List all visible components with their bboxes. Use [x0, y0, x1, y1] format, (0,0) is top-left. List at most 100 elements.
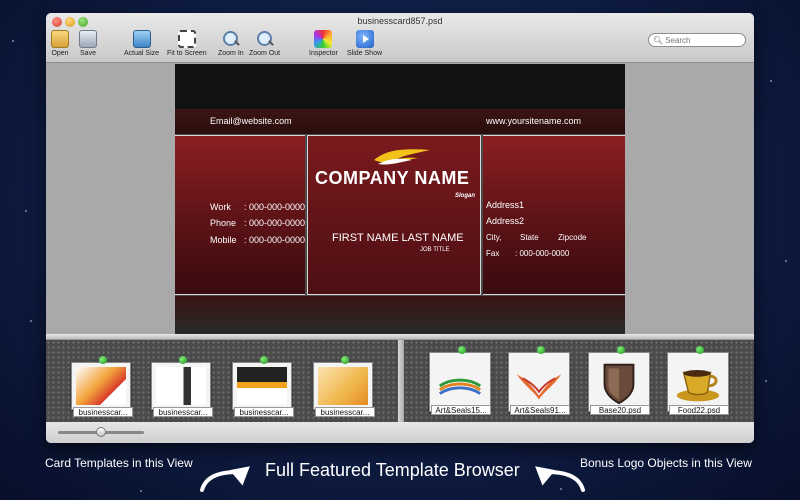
pin-icon [341, 356, 349, 364]
color-wheel-icon [314, 30, 333, 48]
zoom-in-label: Zoom In [218, 50, 244, 57]
template-thumbnail[interactable] [151, 356, 211, 410]
logo-preview-image [603, 363, 635, 405]
template-label: businesscar... [153, 407, 213, 417]
card-mobile-value: : 000-000-0000 [244, 235, 306, 245]
logo-thumbnail[interactable] [508, 346, 570, 412]
pin-icon [537, 346, 545, 354]
slide-show-label: Slide Show [347, 50, 383, 57]
logo-thumbnail[interactable] [667, 346, 729, 412]
logo-label: Base20.psd [590, 405, 650, 415]
company-logo-icon [374, 149, 430, 165]
template-preview-image [237, 367, 287, 405]
template-preview-image [156, 367, 206, 405]
star [140, 490, 142, 492]
template-thumbnail[interactable] [71, 356, 131, 410]
pin-icon [260, 356, 268, 364]
logo-thumbnail[interactable] [588, 346, 650, 412]
pin-icon [617, 346, 625, 354]
actual-size-label: Actual Size [124, 50, 160, 57]
caption-template-browser: Full Featured Template Browser [265, 460, 520, 480]
template-thumbnail[interactable] [313, 356, 373, 410]
logo-preview-image [676, 369, 720, 402]
star [30, 320, 32, 322]
curved-arrow-icon [200, 466, 250, 492]
title-bar: businesscard857.psd Open Save Actual Siz… [46, 13, 754, 63]
play-icon [355, 30, 374, 48]
save-disk-icon [79, 30, 97, 48]
actual-size-button[interactable]: Actual Size [124, 30, 159, 57]
fit-to-screen-button[interactable]: Fit to Screen [167, 30, 207, 57]
card-templates-pane: businesscar... businesscar... businessca… [46, 340, 398, 422]
thumbnail-size-slider-knob[interactable] [96, 427, 106, 437]
card-email: Email@website.com [210, 116, 292, 126]
card-city: City, [486, 233, 502, 242]
browser-status-bar [46, 422, 754, 443]
pin-icon [696, 346, 704, 354]
card-right-panel [483, 135, 625, 295]
card-fax-label: Fax [486, 249, 500, 258]
logo-preview-image [438, 378, 482, 395]
card-job-title: JOB TITLE [420, 247, 450, 253]
canvas-area[interactable]: Email@website.com www.yoursitename.com W… [46, 64, 754, 334]
open-label: Open [51, 50, 69, 57]
caption-logo-objects: Bonus Logo Objects in this View [580, 456, 752, 470]
pin-icon [179, 356, 187, 364]
card-company-name: COMPANY NAME [315, 168, 470, 188]
card-work-value: : 000-000-0000 [244, 202, 306, 212]
template-thumbnail[interactable] [232, 356, 292, 410]
template-label: businesscar... [234, 407, 294, 417]
open-button[interactable]: Open [51, 30, 69, 57]
star [785, 260, 787, 262]
card-work-label: Work [210, 202, 231, 212]
template-label: businesscar... [315, 407, 375, 417]
save-button[interactable]: Save [79, 30, 97, 57]
template-preview-image [76, 367, 126, 405]
business-card-preview: Email@website.com www.yoursitename.com W… [175, 64, 625, 334]
card-left-panel [175, 135, 305, 295]
card-zipcode: Zipcode [558, 233, 587, 242]
logo-label: Art&Seals15... [431, 405, 491, 415]
zoom-in-icon [222, 30, 240, 48]
star [770, 80, 772, 82]
search-input[interactable] [665, 34, 746, 46]
curved-arrow-icon [535, 466, 585, 492]
zoom-out-button[interactable]: Zoom Out [249, 30, 280, 57]
star [12, 40, 14, 42]
card-website: www.yoursitename.com [486, 116, 582, 126]
fit-to-screen-label: Fit to Screen [167, 50, 207, 57]
slide-show-button[interactable]: Slide Show [347, 30, 382, 57]
star [765, 380, 767, 382]
pin-icon [458, 346, 466, 354]
app-window: businesscard857.psd Open Save Actual Siz… [46, 13, 754, 443]
inspector-label: Inspector [309, 50, 338, 57]
folder-icon [51, 30, 69, 48]
card-fax-value: : 000-000-0000 [515, 249, 570, 258]
card-bottom-bar [175, 296, 625, 334]
search-field[interactable]: 🔍︎ [648, 33, 746, 47]
caption-card-templates: Card Templates in this View [45, 456, 193, 470]
pin-icon [99, 356, 107, 364]
card-mobile-label: Mobile [210, 235, 237, 245]
card-phone-label: Phone [210, 218, 237, 228]
window-title: businesscard857.psd [357, 16, 443, 26]
logo-label: Art&Seals91... [510, 405, 570, 415]
logo-objects-pane: Art&Seals15... Art&Seals91... Base20.psd [404, 340, 754, 422]
fit-screen-icon [177, 30, 196, 48]
zoom-in-button[interactable]: Zoom In [218, 30, 244, 57]
picture-icon [132, 30, 151, 48]
card-person-name: FIRST NAME LAST NAME [332, 232, 464, 244]
card-state: State [520, 233, 539, 242]
card-top-bar [175, 64, 625, 109]
logo-preview-image [516, 374, 562, 400]
star [25, 210, 27, 212]
zoom-out-icon [256, 30, 274, 48]
template-label: businesscar... [73, 407, 133, 417]
template-preview-image [318, 367, 368, 405]
template-browser: businesscar... businesscar... businessca… [46, 334, 754, 443]
logo-thumbnail[interactable] [429, 346, 491, 412]
card-slogan: Slogan [455, 193, 476, 199]
search-icon: 🔍︎ [653, 35, 664, 45]
inspector-button[interactable]: Inspector [309, 30, 338, 57]
logo-label: Food22.psd [669, 405, 729, 415]
